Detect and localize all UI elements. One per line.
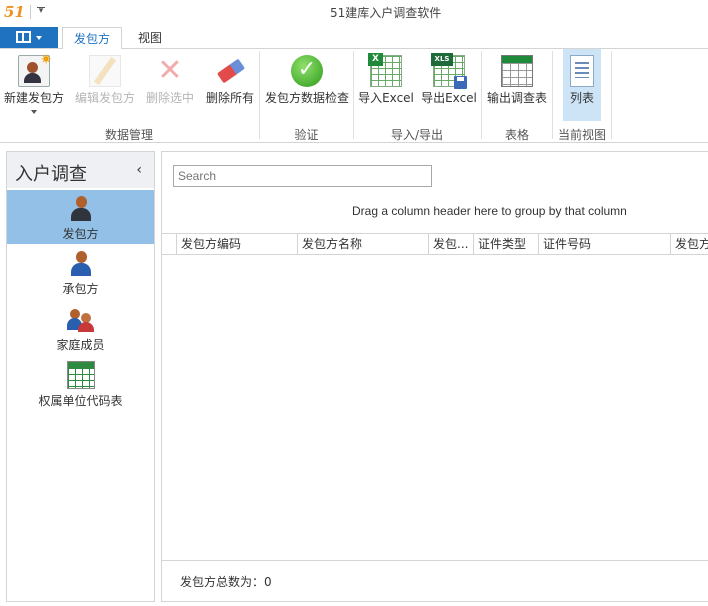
chevron-down-icon [36, 36, 42, 40]
new-contractor-icon: ✷ [18, 52, 52, 87]
group-label-table: 表格 [504, 128, 529, 142]
search-input[interactable] [173, 165, 432, 187]
delete-all-label: 删除所有 [205, 91, 254, 105]
delete-selected-label: 删除选中 [145, 91, 194, 105]
nav-item-label: 权属单位代码表 [38, 394, 123, 408]
contractor-count-value: 0 [264, 575, 272, 589]
dropdown-arrow-icon [31, 110, 37, 114]
ribbon-tab-strip: 发包方 视图 [0, 25, 708, 50]
window-title: 51建库入户调查软件 [330, 6, 442, 20]
export-excel-button[interactable]: XLS 导出Excel [419, 49, 479, 125]
group-by-panel[interactable]: Drag a column header here to group by th… [352, 204, 627, 218]
list-view-icon [570, 55, 594, 87]
code-table-icon [66, 361, 95, 389]
tab-view[interactable]: 视图 [128, 27, 172, 50]
column-header-id-type[interactable]: 证件类型 [474, 234, 539, 255]
title-bar: 51 ▾ 51建库入户调查软件 [0, 0, 708, 25]
excel-import-icon: X [368, 53, 402, 87]
list-view-button[interactable]: 列表 [563, 49, 601, 121]
delete-selected-button[interactable]: ✕ 删除选中 [142, 49, 198, 125]
check-circle-icon [291, 55, 323, 87]
grid-footer: 发包方总数为：0 [162, 560, 708, 601]
grid-header: 发包方编码 发包方名称 发包... 证件类型 证件号码 发包方 [162, 233, 708, 255]
list-view-label: 列表 [569, 91, 594, 105]
grid-body[interactable] [162, 255, 708, 560]
delete-all-button[interactable]: 删除所有 [202, 49, 258, 125]
edit-contractor-button[interactable]: 编辑发包方 [72, 49, 138, 125]
contractor-check-label: 发包方数据检查 [264, 91, 349, 105]
nav-item-family-members[interactable]: 家庭成员 [7, 301, 154, 355]
quick-access-separator [30, 5, 31, 19]
group-label-view: 当前视图 [557, 128, 606, 142]
ribbon: ✷ 新建发包方 编辑发包方 ✕ 删除选中 删除所有 数据管理 发包方数据检查 验… [0, 49, 708, 143]
quick-access-menu-icon[interactable]: ▾ [35, 4, 47, 18]
import-excel-button[interactable]: X 导入Excel [356, 49, 416, 125]
file-menu-icon [16, 31, 31, 43]
group-separator [611, 51, 612, 139]
column-header-id-number[interactable]: 证件号码 [539, 234, 671, 255]
survey-table-icon [501, 55, 533, 87]
new-contractor-label: 新建发包方 [3, 91, 64, 105]
import-excel-label: 导入Excel [358, 91, 414, 105]
navigation-pane: 入户调查 ‹ 发包方 承包方 家庭成员 权属单位代码表 [6, 151, 155, 602]
export-survey-table-button[interactable]: 输出调查表 [484, 49, 550, 125]
group-label-io: 导入/导出 [390, 128, 444, 142]
eraser-icon [214, 55, 246, 87]
navigation-header: 入户调查 ‹ [7, 152, 154, 188]
column-header-contractor-code[interactable]: 发包方编码 [177, 234, 298, 255]
nav-item-contractor[interactable]: 发包方 [7, 190, 154, 244]
nav-item-label: 家庭成员 [56, 338, 105, 352]
family-members-icon [66, 305, 95, 333]
excel-export-icon: XLS [431, 53, 467, 89]
contractee-person-icon [67, 249, 95, 277]
row-indicator-header [162, 234, 177, 255]
column-header-contractor-name[interactable]: 发包方名称 [298, 234, 429, 255]
delete-x-icon: ✕ [157, 53, 183, 88]
collapse-chevron-icon[interactable]: ‹ [136, 162, 142, 178]
tab-contractor[interactable]: 发包方 [62, 27, 122, 50]
nav-item-contractee[interactable]: 承包方 [7, 245, 154, 299]
nav-item-ownership-code-table[interactable]: 权属单位代码表 [7, 357, 154, 411]
nav-item-label: 发包方 [62, 227, 99, 241]
edit-contractor-label: 编辑发包方 [74, 91, 135, 105]
contractor-person-icon [67, 194, 95, 222]
column-header-contractor-truncated[interactable]: 发包... [429, 234, 474, 255]
new-contractor-button[interactable]: ✷ 新建发包方 [0, 49, 68, 125]
contractor-check-button[interactable]: 发包方数据检查 [262, 49, 352, 125]
column-header-contractor-extra[interactable]: 发包方 [671, 234, 708, 255]
export-survey-table-label: 输出调查表 [486, 91, 547, 105]
group-label-verify: 验证 [294, 128, 319, 142]
file-menu-button[interactable] [0, 27, 58, 48]
contractor-count-label: 发包方总数为：0 [180, 575, 272, 589]
group-label-data: 数据管理 [104, 128, 153, 142]
nav-item-label: 承包方 [62, 282, 99, 296]
app-logo: 51 [4, 3, 25, 21]
navigation-title: 入户调查 [15, 164, 87, 185]
contractor-grid-panel: Drag a column header here to group by th… [161, 151, 708, 602]
edit-document-icon [89, 55, 121, 87]
export-excel-label: 导出Excel [421, 91, 477, 105]
